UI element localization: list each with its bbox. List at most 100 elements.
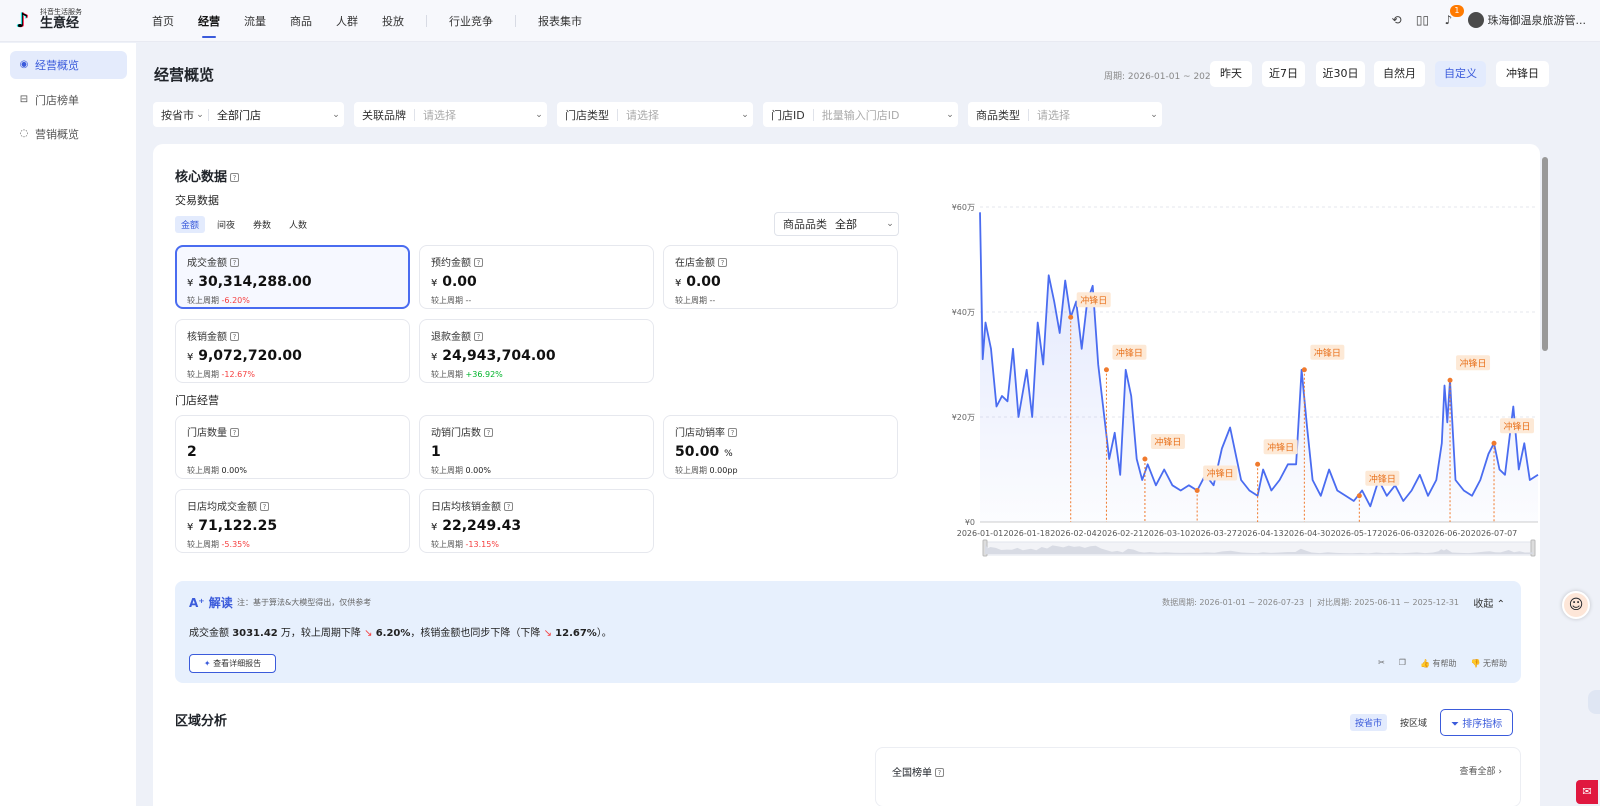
helpful-button[interactable]: 👍 有帮助 <box>1420 658 1457 669</box>
filter-label: 按省市 <box>161 108 194 122</box>
robot-icon[interactable] <box>1588 690 1600 714</box>
view-report-button[interactable]: ✦ 查看详细报告 <box>189 654 276 673</box>
funnel-icon: ⏷ <box>1451 719 1460 730</box>
period-rush-day-button[interactable]: 冲锋日 <box>1496 61 1549 87</box>
nav-products[interactable]: 商品 <box>290 13 312 29</box>
metric-value: ¥ 9,072,720.00 <box>187 348 302 364</box>
assistant-avatar[interactable]: ☺ <box>1562 591 1590 619</box>
help-icon[interactable]: ? <box>474 332 483 341</box>
user-menu[interactable]: 珠海御温泉旅游管... <box>1467 12 1586 28</box>
x-tick-label: 2026-07-07 <box>1471 529 1518 538</box>
region-analysis-title: 区域分析 <box>175 714 228 729</box>
help-icon[interactable]: ? <box>728 428 737 437</box>
sidebar-item-store-ranking[interactable]: ⊟ 门店榜单 <box>10 86 127 114</box>
period-7d-button[interactable]: 近7日 <box>1262 61 1305 87</box>
help-icon[interactable]: ? <box>230 258 239 267</box>
period-month-button[interactable]: 自然月 <box>1374 61 1425 87</box>
chevron-up-icon: ⌃ <box>1496 599 1505 610</box>
sort-metric-button[interactable]: ⏷ 排序指标 <box>1440 709 1514 736</box>
tab-people[interactable]: 人数 <box>283 216 313 233</box>
history-icon[interactable]: ⟲ <box>1390 13 1404 27</box>
x-tick-label: 2026-03-10 <box>1144 529 1191 538</box>
header-actions: ⟲ ▯▯ ♪ 1 珠海御温泉旅游管... <box>1390 5 1586 28</box>
help-icon[interactable]: ? <box>230 428 239 437</box>
x-tick-label: 2026-05-17 <box>1331 529 1378 538</box>
by-area-button[interactable]: 按区域 <box>1395 714 1432 731</box>
tab-coupons[interactable]: 券数 <box>247 216 277 233</box>
bell-icon[interactable]: ♪ 1 <box>1442 5 1464 27</box>
filter-label: 门店类型 <box>565 108 609 122</box>
help-icon[interactable]: ? <box>260 502 269 511</box>
rush-day-point <box>1447 377 1453 383</box>
avatar <box>1467 12 1484 28</box>
scrollbar[interactable] <box>1541 147 1549 805</box>
top-bar: ♪ 抖音生活服务 生意经 首页 经营 流量 商品 人群 投放 行业竞争 报表集市… <box>0 0 1600 42</box>
metric-card-in-store[interactable]: 在店金额? ¥ 0.00 较上周期 -- <box>663 245 898 309</box>
x-tick-label: 2026-04-30 <box>1284 529 1331 538</box>
sparkle-icon: ✦ <box>203 659 211 668</box>
chevron-down-icon: ⌄ <box>741 109 749 120</box>
metric-card-booking[interactable]: 预约金额? ¥ 0.00 较上周期 -- <box>419 245 654 309</box>
nav-operations[interactable]: 经营 <box>198 13 220 38</box>
rush-day-point <box>1103 367 1109 373</box>
rush-day-point <box>1491 440 1497 446</box>
help-icon[interactable]: ? <box>230 173 240 182</box>
nav-ads[interactable]: 投放 <box>382 13 404 29</box>
metric-value: ¥ 24,943,704.00 <box>431 348 556 364</box>
metric-value: 1 <box>431 444 441 460</box>
help-icon[interactable]: ? <box>230 332 239 341</box>
product-type-filter[interactable]: 商品类型 请选择 ⌄ <box>968 102 1162 127</box>
help-icon[interactable]: ? <box>474 258 483 267</box>
province-filter[interactable]: 按省市 ⌄ 全部门店 ⌄ <box>153 102 344 127</box>
collapse-button[interactable]: 收起 ⌃ <box>1473 595 1505 610</box>
rush-day-point <box>1255 461 1261 467</box>
metric-card-store-count[interactable]: 门店数量? 2 较上周期 0.00% <box>175 415 410 479</box>
metric-card-active-rate[interactable]: 门店动销率? 50.00 % 较上周期 0.00pp <box>663 415 898 479</box>
help-icon[interactable]: ? <box>504 502 513 511</box>
period-30d-button[interactable]: 近30日 <box>1316 61 1365 87</box>
rush-day-label: 冲锋日 <box>1369 473 1396 485</box>
nav-audience[interactable]: 人群 <box>336 13 358 29</box>
core-data-title: 核心数据? <box>175 166 240 185</box>
category-select[interactable]: 商品品类 全部 ⌄ <box>774 212 899 236</box>
nav-industry[interactable]: 行业竞争 <box>449 13 493 29</box>
filter-value: 请选择 <box>1037 108 1070 122</box>
dot-icon: ◉ <box>19 59 29 70</box>
sidebar-item-overview[interactable]: ◉ 经营概览 <box>10 51 127 79</box>
x-tick-label: 2026-01-01 <box>957 529 1004 538</box>
nav-reports[interactable]: 报表集市 <box>538 13 582 29</box>
metric-card-active-stores[interactable]: 动销门店数? 1 较上周期 0.00% <box>419 415 654 479</box>
chat-icon[interactable]: ✉ <box>1576 780 1598 804</box>
app-logo[interactable]: ♪ 抖音生活服务 生意经 <box>16 8 82 31</box>
ai-insight-panel: A⁺ 解读 注：基于算法&大模型得出，仅供参考 数据周期: 2026-01-01… <box>175 581 1521 683</box>
nav-traffic[interactable]: 流量 <box>244 13 266 29</box>
unhelpful-button[interactable]: 👎 无帮助 <box>1470 658 1507 669</box>
help-icon[interactable]: ? <box>718 258 727 267</box>
category-value: 全部 <box>835 218 857 231</box>
scissors-icon[interactable]: ✂ <box>1378 658 1385 669</box>
metric-card-refund[interactable]: 退款金额? ¥ 24,943,704.00 较上周期 +36.92% <box>419 319 654 383</box>
brand-filter[interactable]: 关联品牌 请选择 ⌄ <box>354 102 547 127</box>
filter-value: 请选择 <box>626 108 659 122</box>
sidebar-item-marketing[interactable]: ◌ 营销概览 <box>10 120 127 148</box>
gmv-trend-chart[interactable]: ¥0¥20万¥40万¥60万2026-01-01 2026-01-18 2026-0… <box>933 197 1543 567</box>
trade-data-title: 交易数据 <box>175 194 219 207</box>
scrollbar-thumb[interactable] <box>1542 157 1548 351</box>
tab-amount[interactable]: 金额 <box>175 216 206 233</box>
help-icon[interactable]: ? <box>935 768 944 777</box>
metric-card-daily-redeemed[interactable]: 日店均核销金额? ¥ 22,249.43 较上周期 -13.15% <box>419 489 654 553</box>
nav-home[interactable]: 首页 <box>152 13 174 29</box>
book-icon[interactable]: ▯▯ <box>1416 13 1430 27</box>
metric-card-gmv[interactable]: 成交金额? ¥ 30,314,288.00 较上周期 -6.20% <box>175 245 410 309</box>
tab-nights[interactable]: 间夜 <box>211 216 241 233</box>
metric-card-daily-gmv[interactable]: 日店均成交金额? ¥ 71,122.25 较上周期 -5.35% <box>175 489 410 553</box>
view-all-link[interactable]: 查看全部 › <box>1460 764 1502 777</box>
copy-icon[interactable]: ❐ <box>1399 658 1406 669</box>
period-custom-button[interactable]: 自定义 <box>1435 61 1486 87</box>
help-icon[interactable]: ? <box>484 428 493 437</box>
by-province-button[interactable]: 按省市 <box>1350 714 1388 731</box>
metric-card-redeemed[interactable]: 核销金额? ¥ 9,072,720.00 较上周期 -12.67% <box>175 319 410 383</box>
store-type-filter[interactable]: 门店类型 请选择 ⌄ <box>557 102 753 127</box>
store-id-filter[interactable]: 门店ID 批量输入门店ID ⌄ <box>763 102 958 127</box>
period-yesterday-button[interactable]: 昨天 <box>1210 61 1252 87</box>
